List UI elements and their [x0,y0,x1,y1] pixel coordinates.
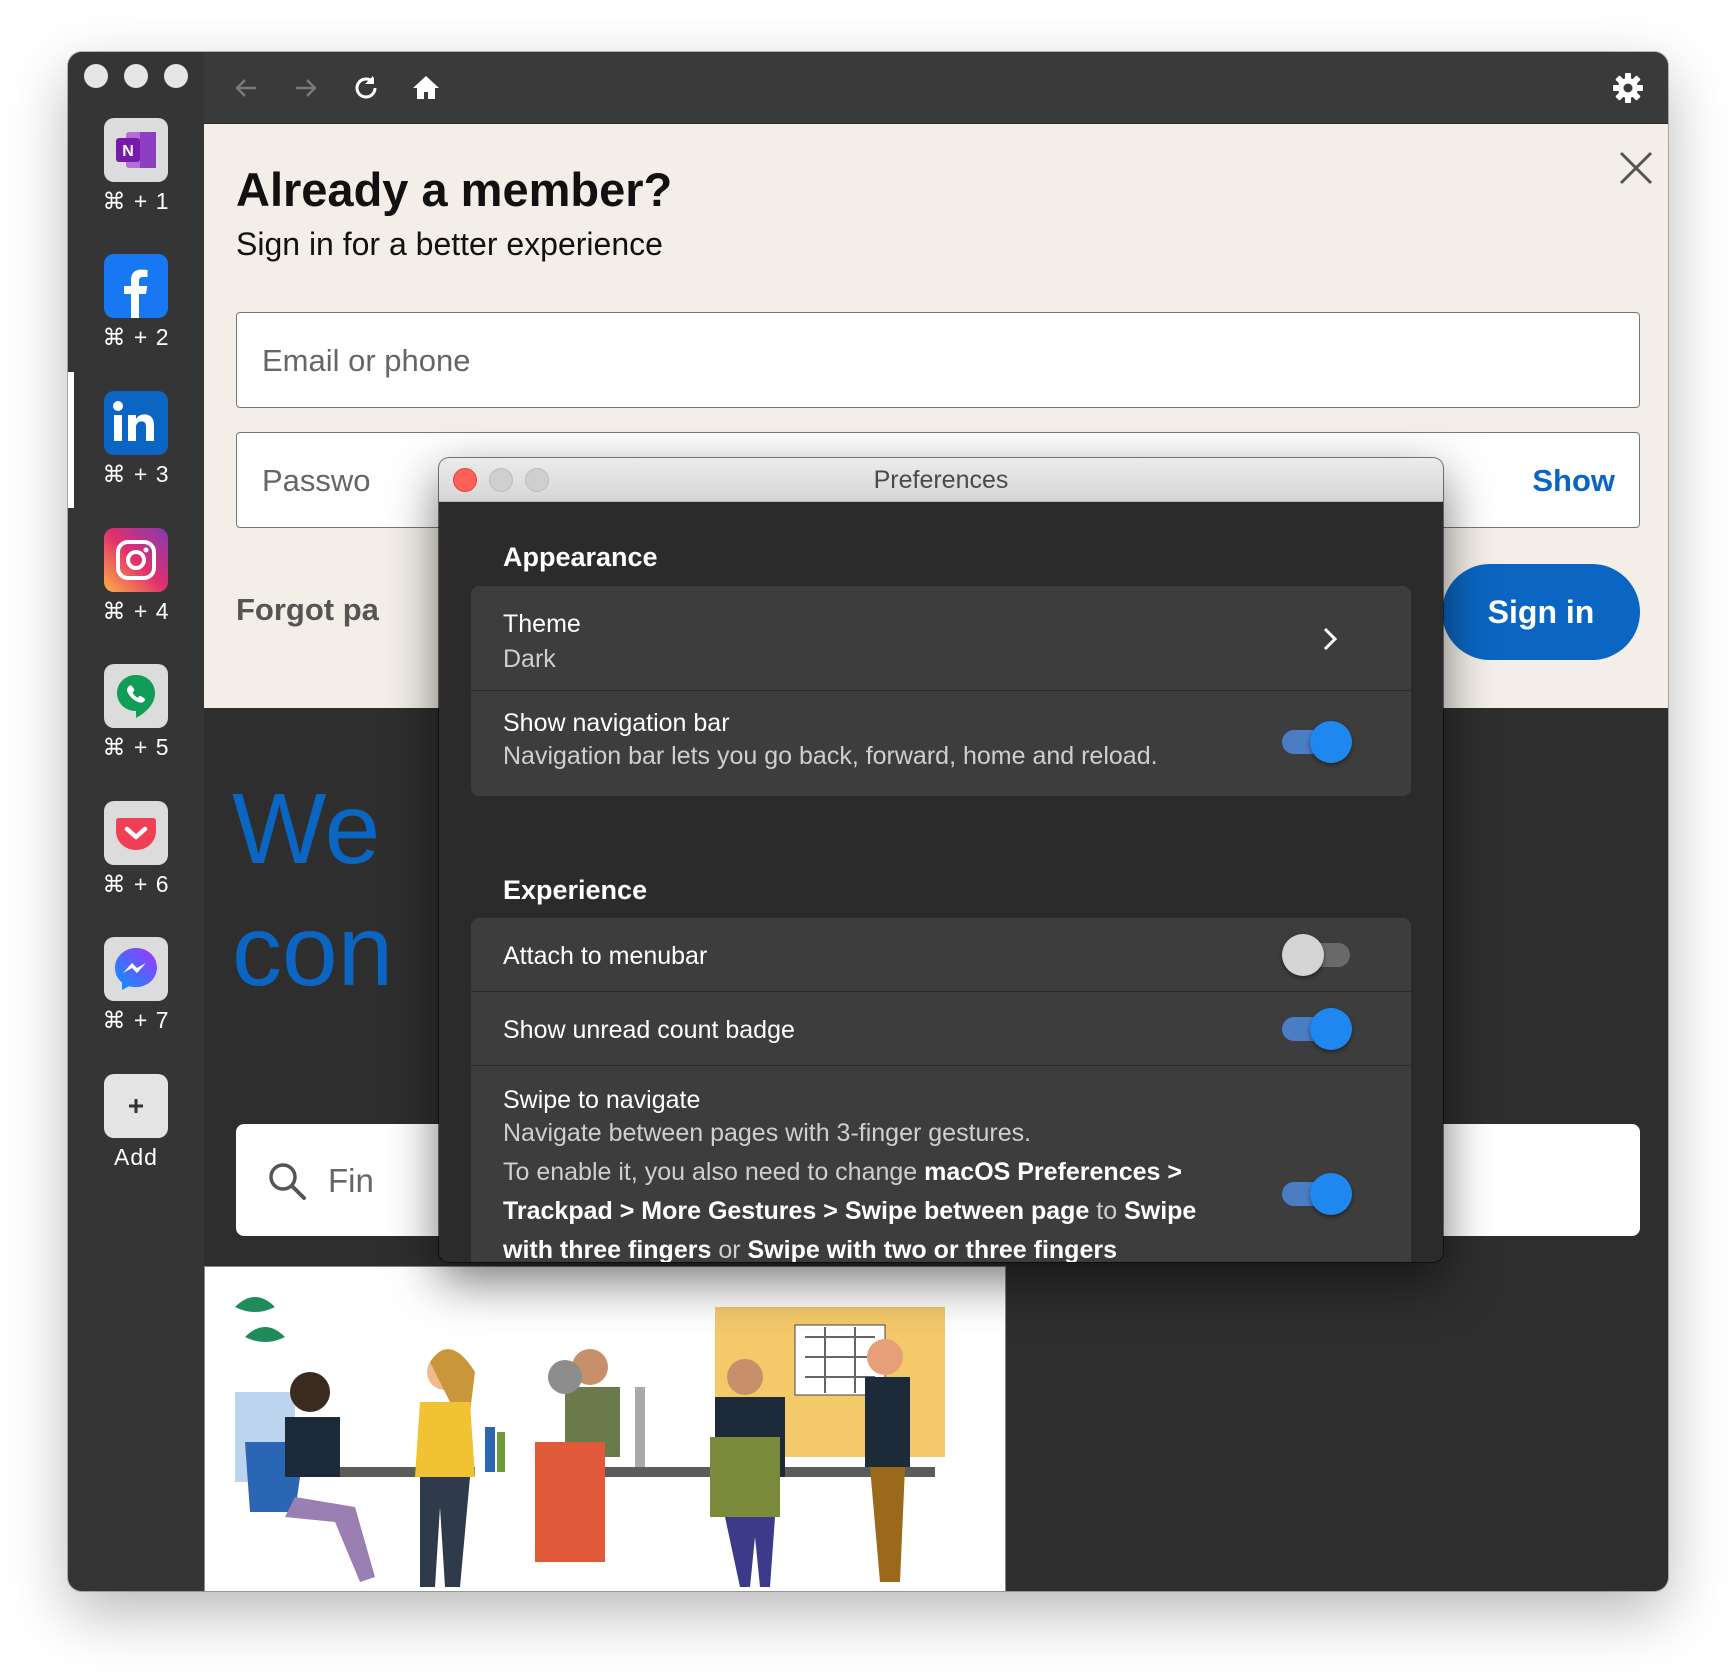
signin-title: Already a member? [236,163,673,216]
section-heading-experience: Experience [503,875,648,905]
svg-text:N: N [122,143,134,160]
app-shortcut: ⌘ + 3 [102,461,170,487]
swipe-to-navigate-description: Navigate between pages with 3-finger ges… [503,1114,1196,1262]
password-placeholder: Passwo [262,463,371,498]
attach-to-menubar-toggle[interactable] [1282,934,1350,976]
app-shortcut: ⌘ + 2 [102,324,170,350]
pocket-icon [104,801,168,865]
hangouts-icon [104,664,168,728]
experience-card: Attach to menubar Show unread count badg… [471,918,1411,1262]
swipe-description-text: or [711,1236,748,1262]
swipe-description-bold: Swipe with two or three fingers [747,1236,1117,1262]
hero-headline-part: con [232,895,394,1007]
window-close-button[interactable] [84,64,108,88]
app-shortcut: ⌘ + 6 [102,871,170,897]
onenote-icon: N [104,118,168,182]
email-field[interactable]: Email or phone [236,312,1640,408]
swipe-description-bold: Trackpad > More Gestures > Swipe between… [503,1197,1090,1225]
section-heading-appearance: Appearance [503,542,658,572]
office-illustration [204,1266,1006,1591]
signin-button[interactable]: Sign in [1442,564,1640,660]
preferences-window: Preferences Appearance Theme Dark Show n… [439,458,1443,1262]
forward-button[interactable] [288,70,324,106]
reload-button[interactable] [348,70,384,106]
theme-value: Dark [503,645,556,673]
back-button[interactable] [228,70,264,106]
sidebar-app-messenger[interactable]: ⌘ + 7 [68,937,204,1073]
settings-button[interactable] [1610,70,1646,106]
show-unread-count-badge-toggle[interactable] [1282,1008,1352,1050]
swipe-description-line: Navigate between pages with 3-finger ges… [503,1119,1032,1147]
search-icon [269,1163,306,1200]
instagram-icon [104,528,168,592]
app-window: N ⌘ + 1 ⌘ + 2 ⌘ + 3 ⌘ + 4 ⌘ + 5 ⌘ + 6 ⌘ … [68,52,1668,1591]
preferences-title: Preferences [873,466,1009,494]
show-unread-count-badge-label: Show unread count badge [503,1016,795,1044]
swipe-description-bold: macOS Preferences > [924,1158,1182,1186]
back-arrow-icon [235,79,256,97]
swipe-to-navigate-row: Swipe to navigate Navigate between pages… [471,1066,1411,1262]
swipe-description-bold: with three fingers [503,1236,712,1262]
reload-icon [355,76,377,99]
window-minimize-button[interactable] [124,64,148,88]
appearance-card: Theme Dark Show navigation bar Navigatio… [471,586,1411,796]
home-icon [413,76,439,99]
show-navigation-bar-row: Show navigation bar Navigation bar lets … [471,691,1411,796]
swipe-description-line: with three fingers or Swipe with two or … [503,1231,1196,1262]
show-navigation-bar-toggle[interactable] [1282,721,1352,763]
sidebar-app-pocket[interactable]: ⌘ + 6 [68,801,204,937]
show-password-button[interactable]: Show [1532,463,1615,499]
preferences-title-bar: Preferences [439,458,1443,502]
close-icon [1619,151,1653,185]
close-banner-button[interactable] [1616,148,1656,188]
add-app-label: Add [114,1144,158,1170]
theme-label: Theme [503,610,581,638]
sidebar-app-onenote[interactable]: N ⌘ + 1 [68,118,204,254]
sidebar-app-linkedin[interactable]: ⌘ + 3 [68,391,204,527]
sidebar: N ⌘ + 1 ⌘ + 2 ⌘ + 3 ⌘ + 4 ⌘ + 5 ⌘ + 6 ⌘ … [68,52,204,1591]
linkedin-icon [104,391,168,455]
email-placeholder: Email or phone [262,343,471,378]
chevron-right-icon [1323,627,1338,651]
facebook-icon [104,254,168,318]
swipe-to-navigate-label: Swipe to navigate [503,1086,701,1114]
sidebar-app-facebook[interactable]: ⌘ + 2 [68,254,204,390]
navigation-bar [204,52,1668,124]
show-navigation-bar-label: Show navigation bar [503,709,730,737]
swipe-description-line: Trackpad > More Gestures > Swipe between… [503,1192,1196,1231]
app-shortcut: ⌘ + 1 [102,188,170,214]
forward-arrow-icon [296,79,317,97]
forgot-password-link[interactable]: Forgot pa [236,592,379,628]
app-shortcut: ⌘ + 5 [102,734,170,760]
swipe-description-text: To enable it, you also need to change [503,1158,925,1186]
show-navigation-bar-description: Navigation bar lets you go back, forward… [503,742,1158,770]
signin-subtitle: Sign in for a better experience [236,226,663,262]
messenger-icon [104,937,168,1001]
sidebar-app-instagram[interactable]: ⌘ + 4 [68,528,204,664]
hero-headline-part: We [232,773,381,885]
show-unread-count-badge-row: Show unread count badge [471,992,1411,1066]
attach-to-menubar-label: Attach to menubar [503,942,708,970]
search-placeholder: Fin [328,1162,374,1199]
add-app-button[interactable]: Add [68,1074,204,1210]
swipe-to-navigate-toggle[interactable] [1282,1173,1352,1215]
attach-to-menubar-row: Attach to menubar [471,918,1411,992]
swipe-description-bold: Swipe [1124,1197,1197,1225]
app-shortcut: ⌘ + 7 [102,1007,170,1033]
swipe-description-line: To enable it, you also need to change ma… [503,1153,1196,1192]
app-shortcut: ⌘ + 4 [102,598,170,624]
plus-icon [104,1074,168,1138]
sidebar-app-hangouts[interactable]: ⌘ + 5 [68,664,204,800]
gear-icon [1613,73,1643,103]
home-button[interactable] [408,70,444,106]
theme-row[interactable]: Theme Dark [471,586,1411,691]
swipe-description-text: to [1089,1197,1125,1225]
window-zoom-button[interactable] [164,64,188,88]
